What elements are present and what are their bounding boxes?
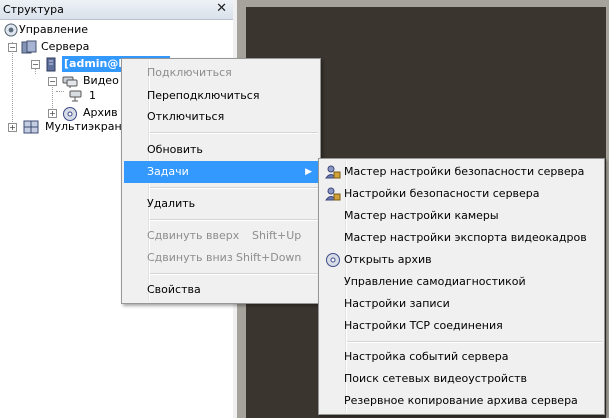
collapse-icon[interactable]: − (48, 77, 57, 86)
submenu-item-security-settings[interactable]: Настройки безопасности сервера (321, 183, 602, 205)
menu-item-label: Поиск сетевых видеоустройств (344, 372, 528, 385)
submenu-item-self-diagnostics[interactable]: Управление самодиагностикой (321, 271, 602, 293)
submenu-item-server-events[interactable]: Настройка событий сервера (321, 346, 602, 368)
camera-icon (69, 90, 82, 102)
tree-label: Сервера (41, 40, 90, 53)
menu-item-label: Отключиться (147, 110, 225, 123)
menu-item-label: Настройки TCP соединения (344, 319, 503, 332)
archive-disc-icon (326, 253, 340, 267)
submenu-item-tcp-settings[interactable]: Настройки TCP соединения (321, 315, 602, 337)
menu-item-label: Задачи (147, 165, 189, 178)
menu-separator (150, 187, 318, 189)
menu-separator (150, 273, 318, 275)
menu-item-label: Подключиться (147, 66, 232, 79)
tree-label: Видео (83, 74, 119, 87)
menu-separator (150, 219, 318, 221)
menu-item-move-down[interactable]: Сдвинуть вниз Shift+Down (124, 247, 318, 269)
menu-item-label: Обновить (147, 143, 203, 156)
menu-item-label: Свойства (147, 283, 201, 296)
tree-label: Управление (19, 23, 89, 36)
menu-item-connect[interactable]: Подключиться (124, 62, 318, 84)
menu-item-shortcut: Shift+Down (236, 251, 302, 264)
menu-item-label: Открыть архив (344, 253, 432, 266)
menu-item-label: Резервное копирование архива сервера (344, 394, 578, 407)
submenu-item-security-wizard[interactable]: Мастер настройки безопасности сервера (321, 161, 602, 183)
servers-icon (21, 40, 37, 54)
tasks-submenu: Мастер настройки безопасности сервера На… (318, 158, 605, 415)
menu-item-tasks[interactable]: Задачи ▶ (124, 161, 318, 183)
submenu-item-device-search[interactable]: Поиск сетевых видеоустройств (321, 368, 602, 390)
expand-icon[interactable]: + (8, 123, 17, 132)
menu-item-label: Переподключиться (147, 89, 260, 102)
context-menu: Подключиться Переподключиться Отключитьс… (121, 58, 321, 304)
menu-item-label: Мастер настройки экспорта видеокадров (344, 231, 587, 244)
panel-title: Структура (3, 3, 64, 16)
menu-item-label: Управление самодиагностикой (344, 275, 526, 288)
menu-item-label: Сдвинуть вниз (147, 251, 233, 264)
submenu-item-archive-backup[interactable]: Резервное копирование архива сервера (321, 390, 602, 412)
menu-separator (150, 132, 318, 134)
tree-label: Мультиэкраны (45, 120, 131, 133)
menu-item-label: Сдвинуть вверх (147, 229, 240, 242)
menu-item-label: Настройки безопасности сервера (344, 187, 540, 200)
submenu-item-camera-wizard[interactable]: Мастер настройки камеры (321, 205, 602, 227)
submenu-item-recording-settings[interactable]: Настройки записи (321, 293, 602, 315)
menu-item-label: Настройки записи (344, 297, 450, 310)
close-icon[interactable]: ✕ (216, 1, 227, 16)
menu-item-disconnect[interactable]: Отключиться (124, 106, 318, 128)
security-users-icon (325, 187, 341, 201)
menu-item-label: Удалить (147, 197, 196, 210)
security-users-icon (325, 165, 341, 179)
menu-item-label: Мастер настройки безопасности сервера (344, 165, 585, 178)
menu-item-label: Настройка событий сервера (344, 350, 509, 363)
tree-label: 1 (89, 89, 96, 102)
menu-item-reconnect[interactable]: Переподключиться (124, 85, 318, 107)
collapse-icon[interactable]: − (8, 43, 17, 52)
server-icon (46, 57, 56, 72)
menu-item-move-up[interactable]: Сдвинуть вверх Shift+Up (124, 225, 318, 247)
multiscreen-icon (23, 120, 39, 134)
menu-separator (347, 341, 602, 343)
cameras-icon (62, 76, 78, 88)
menu-item-delete[interactable]: Удалить (124, 193, 318, 215)
tree-node-management[interactable]: Управление (0, 22, 200, 38)
submenu-item-export-wizard[interactable]: Мастер настройки экспорта видеокадров (321, 227, 602, 249)
submenu-arrow-icon: ▶ (305, 167, 312, 177)
menu-item-refresh[interactable]: Обновить (124, 139, 318, 161)
menu-item-properties[interactable]: Свойства (124, 279, 318, 301)
tree-node-servers[interactable]: − Сервера (0, 39, 200, 55)
collapse-icon[interactable]: − (31, 60, 40, 69)
panel-header: Структура ✕ (0, 0, 233, 20)
management-icon (4, 23, 18, 37)
expand-icon[interactable]: + (48, 109, 57, 118)
menu-item-label: Мастер настройки камеры (344, 209, 499, 222)
submenu-item-open-archive[interactable]: Открыть архив (321, 249, 602, 271)
menu-item-shortcut: Shift+Up (252, 229, 302, 242)
